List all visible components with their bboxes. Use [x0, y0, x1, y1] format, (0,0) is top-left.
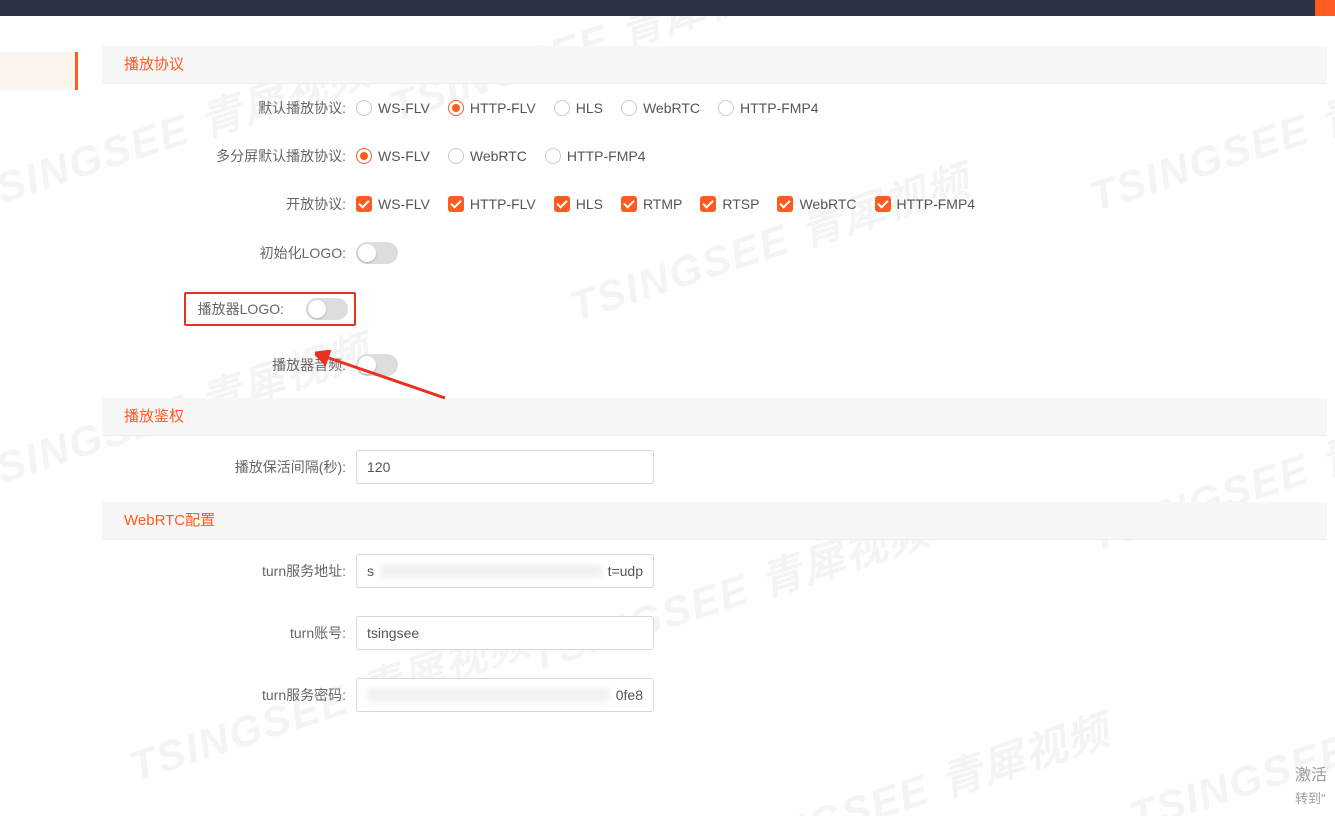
row-init-logo: 初始化LOGO:	[102, 228, 1327, 278]
label-keepalive: 播放保活间隔(秒):	[102, 457, 356, 477]
radio-ws-flv[interactable]: WS-FLV	[356, 100, 430, 116]
switch-init-logo[interactable]	[356, 242, 398, 264]
row-turn-password: turn服务密码: 0fe8	[102, 664, 1327, 726]
masked-turn-password	[367, 688, 610, 702]
top-corner-indicator	[1315, 0, 1335, 16]
check-http-flv[interactable]: HTTP-FLV	[448, 196, 536, 212]
label-open-protocol: 开放协议:	[102, 194, 356, 214]
radio-webrtc[interactable]: WebRTC	[621, 100, 700, 116]
switch-player-logo[interactable]	[306, 298, 348, 320]
check-webrtc[interactable]: WebRTC	[777, 196, 856, 212]
check-ws-flv[interactable]: WS-FLV	[356, 196, 430, 212]
check-hls[interactable]: HLS	[554, 196, 603, 212]
radio-http-flv[interactable]: HTTP-FLV	[448, 100, 536, 116]
label-player-logo: 播放器LOGO:	[186, 299, 294, 319]
row-player-audio: 播放器音频:	[102, 340, 1327, 390]
label-init-logo: 初始化LOGO:	[102, 243, 356, 263]
section-head-play-protocol: 播放协议	[102, 46, 1327, 84]
row-open-protocol: 开放协议: WS-FLV HTTP-FLV HLS RTMP RTSP WebR…	[102, 180, 1327, 228]
row-default-protocol: 默认播放协议: WS-FLV HTTP-FLV HLS WebRTC HTTP-…	[102, 84, 1327, 132]
label-multiview-protocol: 多分屏默认播放协议:	[102, 146, 356, 166]
input-keepalive[interactable]	[356, 450, 654, 484]
section-head-play-auth: 播放鉴权	[102, 398, 1327, 436]
top-bar	[0, 0, 1335, 16]
masked-turn-addr	[380, 564, 602, 578]
radio-mv-ws-flv[interactable]: WS-FLV	[356, 148, 430, 164]
check-rtmp[interactable]: RTMP	[621, 196, 682, 212]
label-turn-password: turn服务密码:	[102, 685, 356, 705]
windows-activate-hint: 激活 转到"	[1295, 765, 1327, 810]
radio-mv-http-fmp4[interactable]: HTTP-FMP4	[545, 148, 646, 164]
section-head-webrtc: WebRTC配置	[102, 502, 1327, 540]
label-player-audio: 播放器音频:	[102, 355, 356, 375]
radio-hls[interactable]: HLS	[554, 100, 603, 116]
row-keepalive: 播放保活间隔(秒):	[102, 436, 1327, 498]
check-http-fmp4[interactable]: HTTP-FMP4	[875, 196, 976, 212]
input-turn-addr[interactable]: s t=udp	[356, 554, 654, 588]
row-turn-account: turn账号:	[102, 602, 1327, 664]
input-turn-account[interactable]	[356, 616, 654, 650]
label-turn-addr: turn服务地址:	[102, 561, 356, 581]
label-turn-account: turn账号:	[102, 623, 356, 643]
input-turn-password[interactable]: 0fe8	[356, 678, 654, 712]
radio-mv-webrtc[interactable]: WebRTC	[448, 148, 527, 164]
radio-http-fmp4[interactable]: HTTP-FMP4	[718, 100, 819, 116]
switch-player-audio[interactable]	[356, 354, 398, 376]
check-rtsp[interactable]: RTSP	[700, 196, 759, 212]
row-player-logo: 播放器LOGO:	[102, 278, 1327, 340]
highlight-player-logo: 播放器LOGO:	[184, 292, 356, 326]
row-turn-addr: turn服务地址: s t=udp	[102, 540, 1327, 602]
row-multiview-protocol: 多分屏默认播放协议: WS-FLV WebRTC HTTP-FMP4	[102, 132, 1327, 180]
label-default-protocol: 默认播放协议:	[102, 98, 356, 118]
